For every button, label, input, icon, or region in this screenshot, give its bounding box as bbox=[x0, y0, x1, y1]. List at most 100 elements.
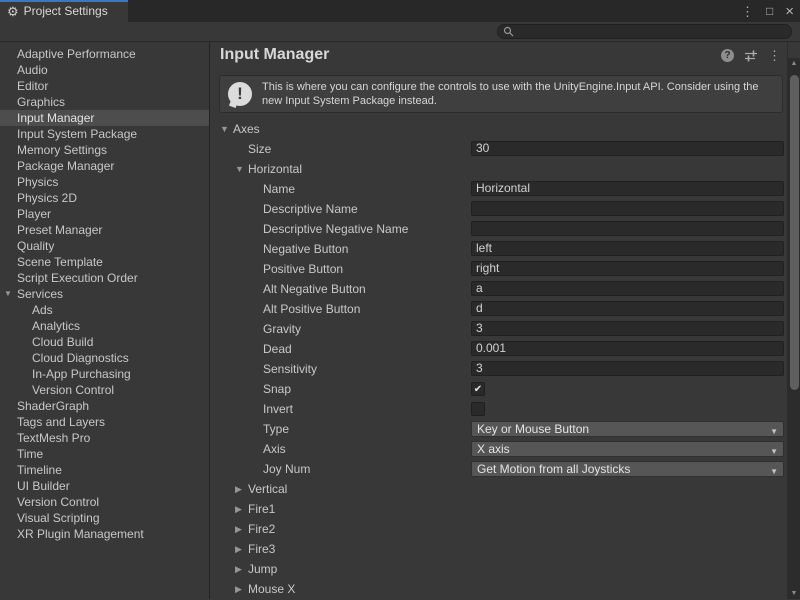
checkbox-invert-unchecked[interactable] bbox=[471, 402, 485, 416]
text-field-name[interactable]: Horizontal bbox=[471, 181, 784, 196]
property-label-descriptive-name: Descriptive Name bbox=[263, 199, 358, 219]
sidebar-item-xr-plugin-management[interactable]: XR Plugin Management bbox=[0, 526, 209, 542]
foldout-closed-icon[interactable]: ▶ bbox=[235, 579, 242, 599]
sidebar-item-audio[interactable]: Audio bbox=[0, 62, 209, 78]
sidebar-item-label: Version Control bbox=[32, 382, 114, 398]
text-field-size[interactable]: 30 bbox=[471, 141, 784, 156]
foldout-closed-icon[interactable]: ▶ bbox=[235, 499, 242, 519]
sidebar-item-package-manager[interactable]: Package Manager bbox=[0, 158, 209, 174]
text-field-descriptive-name[interactable] bbox=[471, 201, 784, 216]
sidebar-item-time[interactable]: Time bbox=[0, 446, 209, 462]
scroll-up-icon[interactable]: ▲ bbox=[788, 60, 800, 67]
text-field-descriptive-negative-name[interactable] bbox=[471, 221, 784, 236]
foldout-axes[interactable]: Axes bbox=[233, 119, 260, 139]
presets-icon[interactable] bbox=[744, 49, 758, 62]
property-row-descriptive-negative-name: Descriptive Negative Name bbox=[210, 219, 787, 239]
foldout-closed-icon[interactable]: ▶ bbox=[235, 479, 242, 499]
sidebar-item-input-system-package[interactable]: Input System Package bbox=[0, 126, 209, 142]
foldout-fire3[interactable]: Fire3 bbox=[248, 539, 275, 559]
foldout-fire2[interactable]: Fire2 bbox=[248, 519, 275, 539]
sidebar-item-script-execution-order[interactable]: Script Execution Order bbox=[0, 270, 209, 286]
tab-project-settings[interactable]: ⚙ Project Settings bbox=[0, 0, 128, 22]
more-icon[interactable]: ⋮ bbox=[768, 49, 781, 62]
sidebar-item-label: Player bbox=[17, 206, 51, 222]
foldout-closed-icon[interactable]: ▶ bbox=[235, 539, 242, 559]
info-box: ! This is where you can configure the co… bbox=[219, 75, 783, 113]
foldout-jump[interactable]: Jump bbox=[248, 559, 277, 579]
sidebar-item-input-manager[interactable]: Input Manager bbox=[0, 110, 209, 126]
property-label-size: Size bbox=[248, 139, 271, 159]
sidebar-item-editor[interactable]: Editor bbox=[0, 78, 209, 94]
sidebar-item-cloud-build[interactable]: Cloud Build bbox=[0, 334, 209, 350]
help-icon[interactable]: ? bbox=[721, 49, 734, 62]
text-field-gravity[interactable]: 3 bbox=[471, 321, 784, 336]
text-field-negative-button[interactable]: left bbox=[471, 241, 784, 256]
sidebar-item-version-control[interactable]: Version Control bbox=[0, 382, 209, 398]
sidebar-item-version-control[interactable]: Version Control bbox=[0, 494, 209, 510]
sidebar-item-label: Graphics bbox=[17, 94, 65, 110]
foldout-open-icon[interactable]: ▼ bbox=[4, 286, 12, 302]
text-field-positive-button[interactable]: right bbox=[471, 261, 784, 276]
dropdown-type[interactable]: Key or Mouse Button▼ bbox=[471, 421, 784, 437]
sidebar-item-label: Analytics bbox=[32, 318, 80, 334]
sidebar-item-memory-settings[interactable]: Memory Settings bbox=[0, 142, 209, 158]
property-label-gravity: Gravity bbox=[263, 319, 301, 339]
text-field-sensitivity[interactable]: 3 bbox=[471, 361, 784, 376]
property-row-negative-button: Negative Buttonleft bbox=[210, 239, 787, 259]
sidebar-item-quality[interactable]: Quality bbox=[0, 238, 209, 254]
chevron-down-icon: ▼ bbox=[770, 445, 778, 457]
sidebar-item-cloud-diagnostics[interactable]: Cloud Diagnostics bbox=[0, 350, 209, 366]
window-menu-icon[interactable]: ⋮ bbox=[741, 5, 754, 18]
maximize-icon[interactable]: □ bbox=[766, 5, 773, 17]
sidebar-item-label: UI Builder bbox=[17, 478, 70, 494]
sidebar-item-label: Audio bbox=[17, 62, 48, 78]
scroll-down-icon[interactable]: ▼ bbox=[788, 590, 800, 597]
sidebar-item-adaptive-performance[interactable]: Adaptive Performance bbox=[0, 46, 209, 62]
sidebar-item-services[interactable]: ▼Services bbox=[0, 286, 209, 302]
foldout-mouse-x[interactable]: Mouse X bbox=[248, 579, 295, 599]
foldout-open-icon[interactable]: ▼ bbox=[220, 119, 229, 139]
settings-content: Input Manager ? ⋮ ! This is where you ca… bbox=[210, 42, 787, 599]
property-row-fire2: ▶ Fire2 bbox=[210, 519, 787, 539]
property-row-alt-positive-button: Alt Positive Button d bbox=[210, 299, 787, 319]
checkbox-snap-checked[interactable]: ✔ bbox=[471, 382, 485, 396]
property-label-snap: Snap bbox=[263, 379, 291, 399]
sidebar-item-ui-builder[interactable]: UI Builder bbox=[0, 478, 209, 494]
sidebar-item-timeline[interactable]: Timeline bbox=[0, 462, 209, 478]
text-field-alt-negative-button[interactable]: a bbox=[471, 281, 784, 296]
foldout-closed-icon[interactable]: ▶ bbox=[235, 519, 242, 539]
sidebar-item-visual-scripting[interactable]: Visual Scripting bbox=[0, 510, 209, 526]
sidebar-item-ads[interactable]: Ads bbox=[0, 302, 209, 318]
sidebar-item-analytics[interactable]: Analytics bbox=[0, 318, 209, 334]
sidebar-item-shadergraph[interactable]: ShaderGraph bbox=[0, 398, 209, 414]
scrollbar-track[interactable]: ▲ ▼ bbox=[788, 58, 800, 599]
dropdown-axis[interactable]: X axis▼ bbox=[471, 441, 784, 457]
sidebar-item-graphics[interactable]: Graphics bbox=[0, 94, 209, 110]
foldout-open-icon[interactable]: ▼ bbox=[235, 159, 244, 179]
text-field-alt-positive-button[interactable]: d bbox=[471, 301, 784, 316]
close-icon[interactable]: × bbox=[785, 4, 794, 19]
vertical-scrollbar[interactable]: ▲ ▼ bbox=[787, 42, 800, 599]
foldout-horizontal[interactable]: Horizontal bbox=[248, 159, 302, 179]
sidebar-item-textmesh-pro[interactable]: TextMesh Pro bbox=[0, 430, 209, 446]
sidebar-item-label: Tags and Layers bbox=[17, 414, 105, 430]
sidebar-item-in-app-purchasing[interactable]: In-App Purchasing bbox=[0, 366, 209, 382]
property-label-alt-positive-button: Alt Positive Button bbox=[263, 299, 360, 319]
sidebar-item-label: Ads bbox=[32, 302, 53, 318]
search-input[interactable] bbox=[497, 24, 792, 39]
sidebar-item-preset-manager[interactable]: Preset Manager bbox=[0, 222, 209, 238]
foldout-vertical[interactable]: Vertical bbox=[248, 479, 287, 499]
sidebar-item-label: Quality bbox=[17, 238, 54, 254]
dropdown-joy-num[interactable]: Get Motion from all Joysticks▼ bbox=[471, 461, 784, 477]
text-field-dead[interactable]: 0.001 bbox=[471, 341, 784, 356]
sidebar-item-physics[interactable]: Physics bbox=[0, 174, 209, 190]
sidebar-item-tags-and-layers[interactable]: Tags and Layers bbox=[0, 414, 209, 430]
foldout-fire1[interactable]: Fire1 bbox=[248, 499, 275, 519]
scrollbar-thumb[interactable] bbox=[790, 75, 799, 390]
sidebar-item-label: Input Manager bbox=[17, 110, 94, 126]
property-row-type: TypeKey or Mouse Button▼ bbox=[210, 419, 787, 439]
sidebar-item-physics-2d[interactable]: Physics 2D bbox=[0, 190, 209, 206]
sidebar-item-scene-template[interactable]: Scene Template bbox=[0, 254, 209, 270]
sidebar-item-player[interactable]: Player bbox=[0, 206, 209, 222]
foldout-closed-icon[interactable]: ▶ bbox=[235, 559, 242, 579]
